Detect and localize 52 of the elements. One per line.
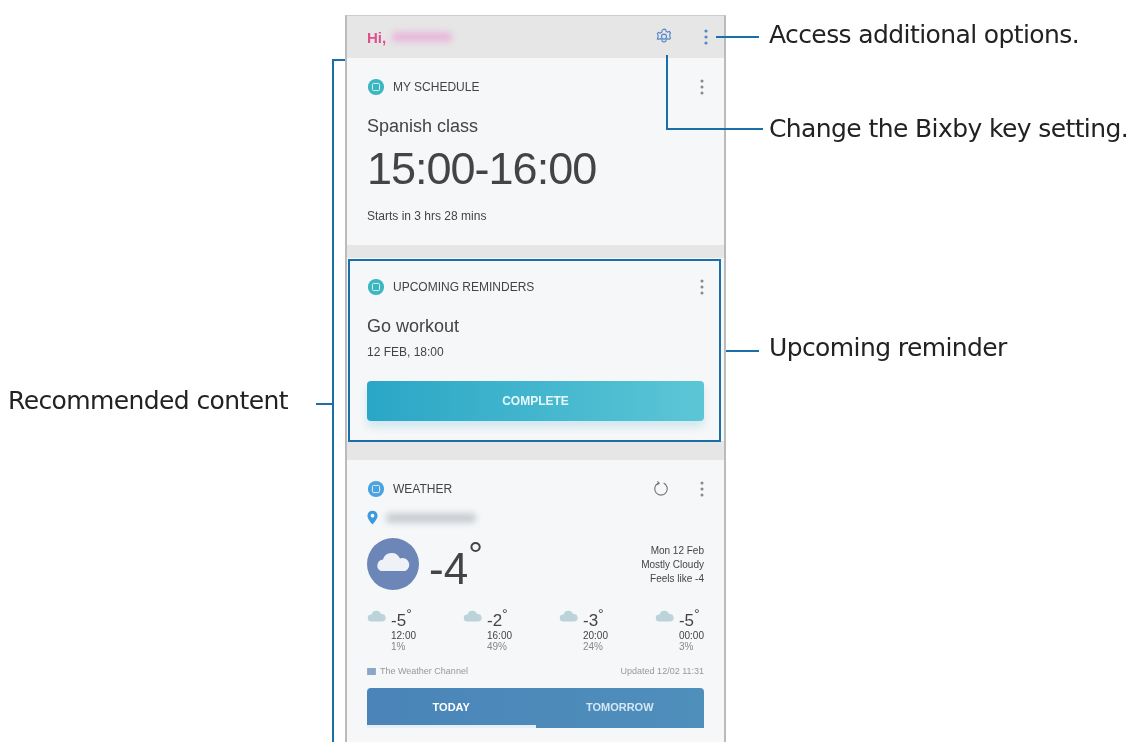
location-pin-icon [367,510,378,525]
more-options-icon[interactable] [704,29,708,45]
hourly-time: 12:00 [391,630,417,642]
hourly-time: 20:00 [582,630,608,642]
card-title: WEATHER [393,482,453,496]
event-title: Spanish class [367,116,480,137]
hourly-temperature: -5$^{°}$ [678,605,701,631]
hourly-time: 16:00 [487,630,512,642]
more-options-icon[interactable] [700,79,704,95]
card-title: UPCOMING REMINDERS [393,280,535,294]
cloud-icon [654,609,675,622]
callout-label: Access additional options. [769,20,1080,49]
card-icon [367,278,385,296]
weather-detail: Feels like -4 [650,572,704,584]
leader-line [716,36,759,38]
cloud-weather-icon [367,538,419,591]
reminder-time: 12 FEB, 18:00 [367,345,445,359]
more-options-icon[interactable] [700,279,704,295]
card-icon [367,78,385,96]
card-title: MY SCHEDULE [393,80,480,94]
hourly-temperature: -2$^{°}$ [487,605,509,631]
day-tab[interactable]: TOMORROW [535,688,704,729]
callout-label: Recommended content [8,386,288,415]
more-options-icon[interactable] [700,481,704,497]
precipitation-chance: 1% [391,641,407,653]
current-temperature: -4$^{°}$ [429,535,483,594]
precipitation-chance: 49% [487,641,508,653]
weather-source: The Weather Channel [380,666,468,677]
precipitation-chance: 3% [678,641,695,653]
leader-line [726,350,759,352]
day-tab[interactable]: TODAY [367,688,536,729]
refresh-icon[interactable] [652,480,670,498]
callout-label: Upcoming reminder [769,333,1007,362]
cloud-icon [558,609,579,622]
hourly-temperature: -5$^{°}$ [391,605,413,631]
channel-logo-icon [367,667,376,675]
complete-button[interactable]: COMPLETE [367,381,704,421]
greeting: Hi, [367,28,387,46]
updated-time: Updated 12/02 11:31 [620,666,704,677]
weather-detail: Mostly Cloudy [641,558,704,570]
hourly-temperature: -3$^{°}$ [582,605,605,631]
blurred-name [392,32,453,42]
cloud-icon [463,609,483,622]
cloud-icon [367,609,387,622]
event-time: 15:00-16:00 [367,143,598,195]
card-icon [367,480,385,498]
reminder-title: Go workout [367,316,461,337]
precipitation-chance: 24% [582,641,604,653]
hourly-time: 00:00 [678,630,704,642]
callout-label: Change the Bixby key setting. [769,114,1129,143]
weather-detail: Mon 12 Feb [650,544,704,556]
countdown-text: Starts in 3 hrs 28 mins [367,209,488,223]
